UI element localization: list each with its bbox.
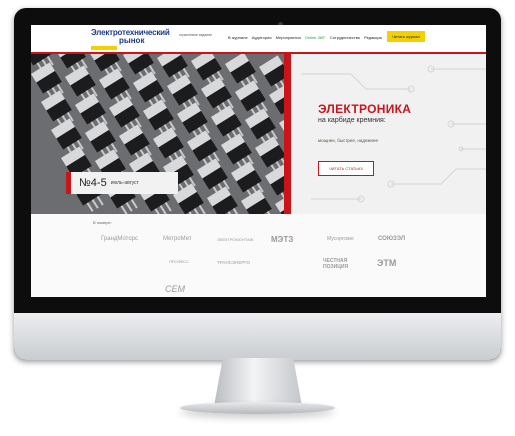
- hero-title: ЭЛЕКТРОНИКА: [318, 102, 412, 116]
- partner-logo[interactable]: Мусоргские: [327, 236, 354, 242]
- issue-months: июль-август: [110, 180, 139, 186]
- hero-subtitle: на карбиде кремния:: [318, 117, 386, 124]
- nav-item-editorial[interactable]: Редакция: [364, 35, 382, 40]
- monitor-stand: [214, 358, 302, 406]
- partner-logo[interactable]: ЭТМ: [377, 258, 396, 268]
- hero-description: мощнее, быстрее, надежнее: [318, 138, 378, 143]
- partners-section: В номере: ГрандМоторс МетроМет ЭЛЕКТРОМО…: [31, 214, 486, 297]
- logo-line2: рынок: [119, 36, 145, 45]
- partner-logo[interactable]: ЭЛЕКТРОМОНТАЖ: [217, 237, 254, 242]
- site-tagline: отраслевое издание: [179, 33, 213, 37]
- circuit-pattern: [301, 65, 486, 203]
- partner-logo[interactable]: CEM: [165, 284, 185, 294]
- monitor-base: [180, 402, 335, 414]
- monitor-chin: [14, 313, 501, 360]
- hero-banner: №4-5 июль-август ЭЛЕКТРОНИКА на карбиде …: [31, 54, 486, 214]
- nav-item-cooperation[interactable]: Сотрудничество: [330, 35, 360, 40]
- issue-number: №4-5: [79, 177, 107, 189]
- read-journal-button[interactable]: Читать журнал: [387, 31, 425, 42]
- nav-item-audience[interactable]: Аудитория: [252, 35, 272, 40]
- hero-red-strip: [284, 54, 291, 214]
- partner-logo[interactable]: ЧЕСТНАЯ ПОЗИЦИЯ: [323, 258, 363, 270]
- main-nav: В журнале Аудитория Мероприятия Online 3…: [228, 35, 385, 40]
- issue-badge: №4-5 июль-август: [66, 172, 178, 194]
- nav-item-events[interactable]: Мероприятия: [276, 35, 301, 40]
- nav-item-online[interactable]: Online 360°: [305, 35, 326, 40]
- partner-logo[interactable]: СОЮЗЭЛ: [378, 236, 405, 242]
- read-article-button[interactable]: ЧИТАТЬ СТАТЬЮ!: [318, 161, 374, 176]
- nav-item-journal[interactable]: В журнале: [228, 35, 248, 40]
- site-logo[interactable]: Электротехнический рынок: [91, 29, 170, 50]
- logo-bar: [91, 46, 117, 50]
- site-header: Электротехнический рынок отраслевое изда…: [31, 25, 486, 54]
- partner-logo[interactable]: ТРАНСЭНЕРГО: [217, 260, 250, 265]
- partners-title: В номере:: [93, 220, 112, 225]
- partner-logo[interactable]: ГрандМоторс: [101, 236, 138, 242]
- website-screen: Электротехнический рынок отраслевое изда…: [31, 25, 486, 297]
- partner-logo[interactable]: МетроМет: [163, 236, 192, 242]
- partner-logo[interactable]: МЭТЗ: [271, 235, 293, 244]
- partner-logo[interactable]: ПРОФЕСС: [169, 259, 189, 264]
